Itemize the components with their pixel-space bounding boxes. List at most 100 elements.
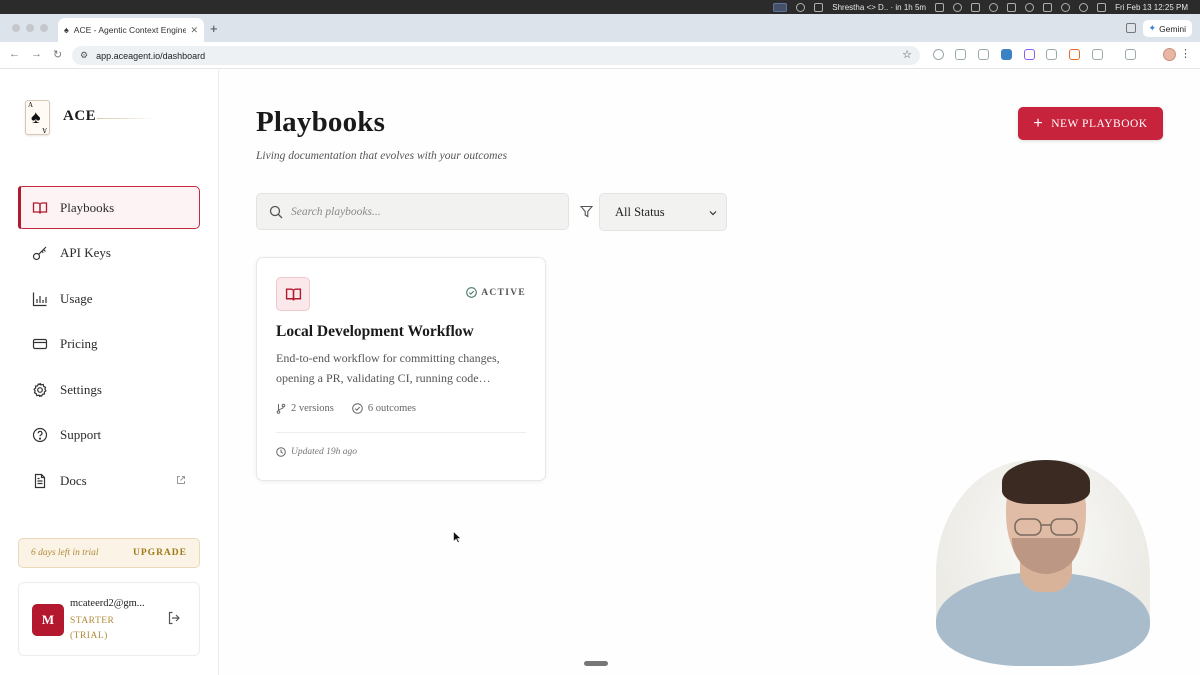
url-text[interactable]: app.aceagent.io/dashboard <box>96 51 205 61</box>
help-circle-icon <box>32 427 48 443</box>
status-icon[interactable] <box>935 2 945 12</box>
search-input[interactable] <box>291 205 551 218</box>
git-branch-icon <box>276 403 286 414</box>
status-icon[interactable] <box>1007 2 1017 12</box>
versions-text: 2 versions <box>291 403 334 414</box>
zoom-window-button[interactable] <box>40 24 48 32</box>
reload-icon[interactable]: ↻ <box>53 48 62 61</box>
sidebar-item-docs[interactable]: Docs <box>18 460 200 503</box>
window-controls <box>12 24 48 32</box>
sidebar-item-label: Docs <box>60 473 87 489</box>
control-center-icon[interactable] <box>1097 2 1107 12</box>
new-tab-button[interactable]: + <box>210 21 218 36</box>
playbook-description: End-to-end workflow for committing chang… <box>276 348 528 388</box>
scroll-handle[interactable] <box>584 661 608 666</box>
extension-icon[interactable] <box>1024 49 1035 60</box>
profile-avatar[interactable] <box>1163 48 1176 61</box>
status-filter-select[interactable]: All Status <box>599 193 727 231</box>
extension-icon[interactable] <box>1069 49 1080 60</box>
ace-logo[interactable]: A ♠ A <box>25 100 50 135</box>
browser-tabstrip: ♠ ACE - Agentic Context Engine ✕ + ✦ Gem… <box>0 14 1200 42</box>
browser-menu-icon[interactable]: ⋮ <box>1180 47 1191 60</box>
browser-toolbar: ← → ↻ ⚙ app.aceagent.io/dashboard ☆ ⋮ <box>0 42 1200 69</box>
extensions-puzzle-icon[interactable] <box>1092 49 1103 60</box>
close-window-button[interactable] <box>12 24 20 32</box>
status-icon[interactable] <box>953 2 963 12</box>
sidebar-item-api-keys[interactable]: API Keys <box>18 232 200 275</box>
sidebar-item-settings[interactable]: Settings <box>18 368 200 411</box>
logout-icon[interactable] <box>167 611 181 625</box>
extension-icon[interactable] <box>1046 49 1057 60</box>
playbook-card[interactable]: ACTIVE Local Development Workflow End-to… <box>256 257 546 481</box>
extension-icon[interactable] <box>1001 49 1012 60</box>
battery-icon[interactable] <box>1043 2 1053 12</box>
playbook-title[interactable]: Local Development Workflow <box>276 323 474 341</box>
split-view-icon[interactable] <box>1126 23 1136 33</box>
tab-title: ACE - Agentic Context Engine <box>73 25 187 35</box>
versions-count: 2 versions <box>276 403 334 414</box>
bookmark-star-icon[interactable]: ☆ <box>902 48 912 61</box>
menubar-clock[interactable]: Fri Feb 13 12:25 PM <box>1115 3 1188 12</box>
status-icon[interactable] <box>796 2 806 12</box>
os-menubar: Shrestha <> D.. · in 1h 5m Fri Feb 13 12… <box>0 0 1200 14</box>
extension-icon[interactable] <box>955 49 966 60</box>
spade-icon: ♠ <box>31 107 41 127</box>
user-avatar[interactable]: M <box>32 604 64 636</box>
new-playbook-label: NEW PLAYBOOK <box>1051 117 1148 130</box>
site-info-icon[interactable]: ⚙ <box>80 50 88 61</box>
back-icon[interactable]: ← <box>9 48 20 60</box>
trial-banner: 6 days left in trial UPGRADE <box>18 538 200 568</box>
address-bar[interactable]: ⚙ app.aceagent.io/dashboard ☆ <box>72 46 920 65</box>
page-subtitle: Living documentation that evolves with y… <box>256 150 508 162</box>
forward-icon[interactable]: → <box>31 48 42 60</box>
trial-remaining-text: 6 days left in trial <box>31 548 99 558</box>
status-icon[interactable] <box>1025 2 1035 12</box>
calendar-event[interactable]: Shrestha <> D.. · in 1h 5m <box>832 3 926 12</box>
webcam-overlay[interactable] <box>936 460 1150 666</box>
filter-icon[interactable] <box>580 205 593 218</box>
bar-chart-icon <box>32 291 48 307</box>
clock-icon <box>276 447 286 457</box>
sidebar: A ♠ A ACE Playbooks API Keys Usage Prici… <box>0 70 219 675</box>
plan-name: STARTER <box>70 616 115 626</box>
browser-tab[interactable]: ♠ ACE - Agentic Context Engine ✕ <box>58 18 204 42</box>
new-playbook-button[interactable]: + NEW PLAYBOOK <box>1018 107 1163 140</box>
sidebar-item-pricing[interactable]: Pricing <box>18 323 200 366</box>
gemini-label: Gemini <box>1159 23 1186 34</box>
external-link-icon <box>177 475 185 484</box>
updated-text: Updated 19h ago <box>291 447 357 457</box>
book-icon <box>32 200 48 216</box>
check-circle-icon <box>466 287 478 298</box>
gemini-button[interactable]: ✦ Gemini <box>1142 20 1192 37</box>
sidebar-item-support[interactable]: Support <box>18 414 200 457</box>
check-circle-icon <box>352 403 363 414</box>
extension-icon[interactable] <box>933 49 944 60</box>
close-tab-icon[interactable]: ✕ <box>190 25 198 36</box>
gemini-star-icon: ✦ <box>1148 23 1157 33</box>
sidebar-item-playbooks[interactable]: Playbooks <box>18 186 200 229</box>
screen-record-icon[interactable] <box>773 2 788 12</box>
search-icon[interactable] <box>1079 2 1089 12</box>
user-plan: STARTER (TRIAL) <box>70 614 114 644</box>
sidebar-item-label: API Keys <box>60 245 111 261</box>
sidebar-item-usage[interactable]: Usage <box>18 277 200 320</box>
extension-icon[interactable] <box>978 49 989 60</box>
plan-status: (TRIAL) <box>70 631 108 641</box>
description-line: End-to-end workflow for committing chang… <box>276 351 500 365</box>
status-icon[interactable] <box>989 2 999 12</box>
minimize-window-button[interactable] <box>26 24 34 32</box>
status-icon[interactable] <box>814 2 824 12</box>
card-corner-mark: A <box>41 126 47 134</box>
gear-icon <box>32 382 48 398</box>
wifi-icon[interactable] <box>1061 2 1071 12</box>
menubar-tray: Shrestha <> D.. · in 1h 5m Fri Feb 13 12… <box>773 0 1188 14</box>
side-panel-icon[interactable] <box>1125 49 1136 60</box>
search-box[interactable] <box>256 193 569 230</box>
playbook-meta: 2 versions 6 outcomes <box>276 403 416 414</box>
sidebar-nav: Playbooks API Keys Usage Pricing Setting… <box>18 186 200 505</box>
status-icon[interactable] <box>971 2 981 12</box>
brand-name[interactable]: ACE <box>63 108 96 125</box>
card-divider <box>276 432 526 433</box>
webcam-person-hair <box>1002 460 1090 504</box>
upgrade-link[interactable]: UPGRADE <box>133 548 187 558</box>
